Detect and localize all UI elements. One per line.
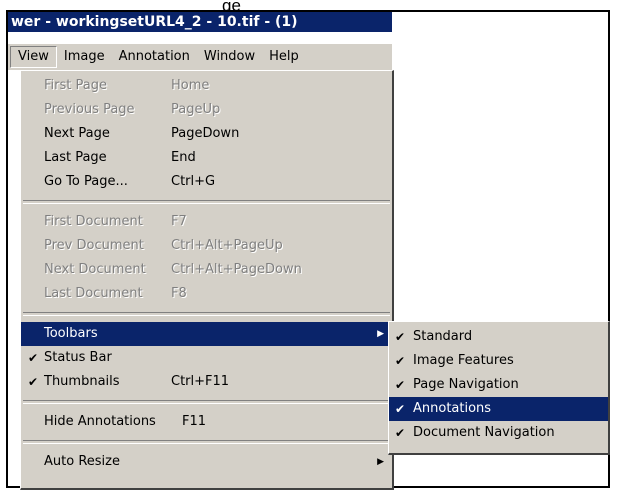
menu-bar: View Image Annotation Window Help [8, 44, 392, 70]
toolbars-submenu: ✔ Standard ✔ Image Features ✔ Page Navig… [388, 321, 610, 455]
menu-item-label: Image Features [413, 353, 514, 368]
menu-item-label: Next Page [44, 126, 110, 141]
menu-item-shortcut: PageDown [171, 126, 240, 141]
menu-item-label: Auto Resize [44, 454, 120, 469]
menu-item-shortcut: F7 [171, 214, 187, 229]
menu-item-shortcut: Ctrl+Alt+PageUp [171, 238, 283, 253]
menu-help[interactable]: Help [262, 46, 306, 68]
menu-item-next-page[interactable]: Next Page PageDown [21, 122, 392, 146]
menu-item-label: Hide Annotations [44, 414, 156, 429]
menu-item-next-document[interactable]: Next Document Ctrl+Alt+PageDown [21, 258, 392, 282]
menu-image[interactable]: Image [57, 46, 112, 68]
submenu-arrow-icon: ▶ [377, 457, 384, 467]
menu-item-first-document[interactable]: First Document F7 [21, 210, 392, 234]
menu-item-go-to-page[interactable]: Go To Page... Ctrl+G [21, 170, 392, 194]
menu-item-shortcut: Ctrl+G [171, 174, 216, 189]
menu-item-label: Thumbnails [44, 374, 120, 389]
menu-item-label: Status Bar [44, 350, 112, 365]
menu-item-first-page[interactable]: First Page Home [21, 74, 392, 98]
menu-item-prev-document[interactable]: Prev Document Ctrl+Alt+PageUp [21, 234, 392, 258]
menu-item-auto-resize[interactable]: Auto Resize ▶ [21, 450, 392, 474]
submenu-item-page-navigation[interactable]: ✔ Page Navigation [389, 373, 608, 397]
menu-item-shortcut: Home [171, 78, 210, 93]
menu-item-status-bar[interactable]: ✔ Status Bar [21, 346, 392, 370]
window-title-bar[interactable]: wer - workingsetURL4_2 - 10.tif - (1) [8, 12, 392, 32]
menu-item-thumbnails[interactable]: ✔ Thumbnails Ctrl+F11 [21, 370, 392, 394]
menu-item-hide-annotations[interactable]: Hide Annotations F11 [21, 410, 392, 434]
menu-annotation[interactable]: Annotation [112, 46, 197, 68]
checkmark-icon: ✔ [394, 426, 406, 440]
window-title: wer - workingsetURL4_2 - 10.tif - (1) [11, 14, 298, 30]
submenu-item-standard[interactable]: ✔ Standard [389, 325, 608, 349]
checkmark-icon: ✔ [394, 330, 406, 344]
menu-view[interactable]: View [10, 46, 57, 68]
menu-window[interactable]: Window [197, 46, 262, 68]
menu-separator [23, 400, 390, 404]
checkmark-icon: ✔ [394, 378, 406, 392]
menu-separator [23, 312, 390, 316]
menu-item-label: Next Document [44, 262, 146, 277]
menu-item-label: Last Document [44, 286, 143, 301]
menu-item-label: Page Navigation [413, 377, 519, 392]
menu-item-label: Previous Page [44, 102, 135, 117]
menu-item-shortcut: F8 [171, 286, 187, 301]
menu-separator [23, 200, 390, 204]
submenu-arrow-icon: ▶ [377, 329, 384, 339]
menu-item-toolbars[interactable]: Toolbars ▶ [21, 322, 392, 346]
checkmark-icon: ✔ [27, 351, 39, 365]
menu-item-last-document[interactable]: Last Document F8 [21, 282, 392, 306]
menu-item-label: First Document [44, 214, 143, 229]
menu-item-previous-page[interactable]: Previous Page PageUp [21, 98, 392, 122]
checkmark-icon: ✔ [394, 402, 406, 416]
menu-separator [23, 440, 390, 444]
menu-item-shortcut: F11 [182, 414, 207, 429]
menu-item-last-page[interactable]: Last Page End [21, 146, 392, 170]
menu-item-shortcut: Ctrl+F11 [171, 374, 230, 389]
menu-item-label: Go To Page... [44, 174, 128, 189]
menu-item-label: Prev Document [44, 238, 144, 253]
view-menu-dropdown: First Page Home Previous Page PageUp Nex… [20, 70, 394, 490]
menu-item-shortcut: End [171, 150, 196, 165]
submenu-item-annotations[interactable]: ✔ Annotations [389, 397, 608, 421]
checkmark-icon: ✔ [27, 375, 39, 389]
menu-item-label: Last Page [44, 150, 107, 165]
submenu-item-image-features[interactable]: ✔ Image Features [389, 349, 608, 373]
menu-item-label: First Page [44, 78, 107, 93]
menu-item-shortcut: PageUp [171, 102, 221, 117]
menu-item-label: Document Navigation [413, 425, 555, 440]
submenu-item-document-navigation[interactable]: ✔ Document Navigation [389, 421, 608, 445]
menu-item-shortcut: Ctrl+Alt+PageDown [171, 262, 302, 277]
menu-item-label: Standard [413, 329, 473, 344]
checkmark-icon: ✔ [394, 354, 406, 368]
menu-item-label: Toolbars [44, 326, 98, 341]
menu-item-label: Annotations [413, 401, 492, 416]
